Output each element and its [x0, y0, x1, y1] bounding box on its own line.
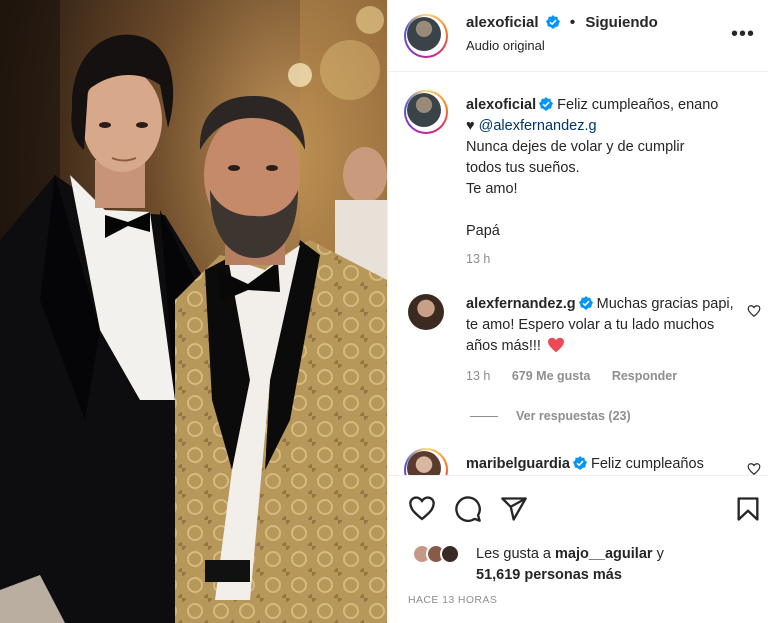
- caption-line: Nunca dejes de volar y de cumplir: [466, 139, 685, 155]
- photo-illustration: [0, 0, 387, 623]
- caption-username[interactable]: alexoficial: [466, 97, 536, 113]
- follow-separator: •: [569, 14, 576, 31]
- view-replies-button[interactable]: Ver respuestas (23): [470, 409, 631, 423]
- comment-meta: 13 h 679 Me gusta Responder: [466, 369, 677, 383]
- comment-time[interactable]: 13 h: [466, 369, 490, 383]
- view-replies-label: Ver respuestas (23): [516, 409, 631, 423]
- following-button[interactable]: Siguiendo: [585, 14, 658, 31]
- caption: alexoficial Feliz cumpleaños, enano ♥ @a…: [466, 95, 736, 242]
- commenter-avatar[interactable]: [404, 448, 448, 475]
- commenter-avatar[interactable]: [408, 294, 444, 330]
- likes-prefix: Les gusta a: [476, 546, 551, 562]
- post-timestamp[interactable]: HACE 13 HORAS: [408, 594, 497, 606]
- caption-avatar[interactable]: [404, 90, 448, 134]
- comment-text: Feliz cumpleaños: [590, 456, 704, 472]
- verified-badge-icon: [578, 296, 593, 310]
- likes-summary[interactable]: Les gusta a majo__aguilar y 51,619 perso…: [404, 542, 754, 586]
- audio-label[interactable]: Audio original: [466, 38, 545, 53]
- like-comment-heart-icon[interactable]: [747, 462, 761, 475]
- author-username[interactable]: alexoficial: [466, 14, 539, 31]
- post-side-panel: alexoficial • Siguiendo Audio original •…: [387, 0, 768, 623]
- caption-line: Te amo!: [466, 181, 518, 197]
- bookmark-icon[interactable]: [734, 495, 762, 523]
- comment-username[interactable]: alexfernandez.g: [466, 296, 576, 312]
- caption-time[interactable]: 13 h: [466, 252, 490, 266]
- heart-emoji: ♥: [466, 118, 475, 134]
- caption-text: Feliz cumpleaños, enano: [557, 97, 719, 113]
- red-heart-icon: [547, 337, 564, 353]
- mention-link[interactable]: @alexfernandez.g: [479, 118, 597, 134]
- comment: maribelguardia Feliz cumpleaños: [466, 454, 736, 475]
- liker-avatars: [412, 544, 472, 566]
- reply-button[interactable]: Responder: [612, 369, 677, 383]
- verified-badge-icon: [539, 97, 554, 111]
- comment-icon[interactable]: [454, 495, 482, 523]
- comment: alexfernandez.g Muchas gracias papi, te …: [466, 294, 736, 357]
- comments-section[interactable]: alexoficial Feliz cumpleaños, enano ♥ @a…: [388, 72, 768, 475]
- likes-connector: y: [656, 546, 664, 562]
- comment-username[interactable]: maribelguardia: [466, 456, 570, 472]
- post-actions: Les gusta a majo__aguilar y 51,619 perso…: [388, 475, 768, 623]
- likes-count[interactable]: 51,619 personas más: [476, 567, 622, 583]
- author-avatar[interactable]: [404, 14, 448, 58]
- likes-text: Les gusta a majo__aguilar y 51,619 perso…: [476, 544, 664, 586]
- post-photo[interactable]: [0, 0, 387, 623]
- send-icon[interactable]: [500, 495, 528, 523]
- liker-avatar: [440, 544, 460, 564]
- like-comment-heart-icon[interactable]: [747, 304, 761, 318]
- verified-badge-icon: [545, 15, 560, 29]
- comment-likes[interactable]: 679 Me gusta: [512, 369, 591, 383]
- verified-badge-icon: [572, 456, 587, 470]
- replies-divider: [470, 416, 498, 418]
- caption-line: Papá: [466, 223, 500, 239]
- heart-icon[interactable]: [408, 495, 436, 523]
- author-row: alexoficial • Siguiendo: [466, 14, 658, 31]
- liker-username[interactable]: majo__aguilar: [555, 546, 653, 562]
- more-horizontal-icon[interactable]: •••: [731, 24, 755, 44]
- post-header: alexoficial • Siguiendo Audio original •…: [388, 0, 768, 72]
- caption-line: todos tus sueños.: [466, 160, 580, 176]
